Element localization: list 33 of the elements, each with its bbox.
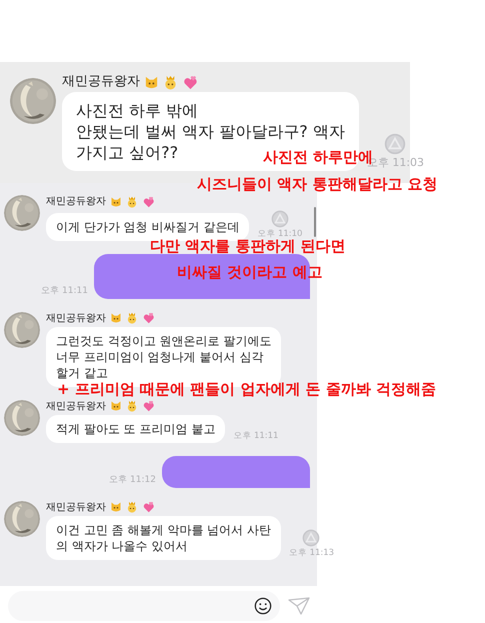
- message-time: 오후 11:12: [109, 474, 156, 488]
- cat-face-icon: [110, 312, 122, 324]
- annotation-text: 시즈니들이 액자 통판해달라고 요청: [197, 175, 438, 193]
- message-bubble: 이게 단가가 엄청 비싸질거 같은데: [46, 212, 250, 241]
- hearts-icon: [182, 74, 197, 90]
- sender-name: 재민공듀왕자: [46, 400, 106, 413]
- crowned-face-icon: [126, 501, 138, 514]
- message-time: 오후 11:13: [288, 547, 334, 560]
- sender-name: 재민공듀왕자: [46, 195, 106, 208]
- crowned-face-icon: [126, 400, 138, 412]
- hearts-icon: [142, 501, 154, 514]
- message-time: 오후 11:10: [257, 228, 302, 240]
- hearts-icon: [142, 312, 154, 324]
- cat-face-icon: [110, 196, 122, 208]
- message-input[interactable]: [8, 591, 280, 621]
- message-bubble: 적게 팔아도 또 프리미엄 붙고: [46, 414, 226, 443]
- cat-face-icon: [110, 501, 122, 514]
- hearts-icon: [142, 400, 154, 412]
- scrollbar: [314, 207, 316, 237]
- crowned-face-icon: [126, 196, 138, 208]
- sender-name: 재민공듀왕자: [46, 312, 106, 325]
- crowned-face-icon: [163, 74, 178, 90]
- hearts-icon: [142, 196, 154, 208]
- sender-name: 재민공듀왕자: [46, 500, 106, 514]
- send-icon[interactable]: [288, 596, 310, 616]
- message-time: 오후 11:11: [41, 285, 88, 298]
- cat-face-icon: [144, 74, 159, 90]
- message-time: 오후 11:11: [233, 430, 278, 443]
- sender-name: 재민공듀왕자: [62, 74, 140, 90]
- cat-face-icon: [110, 400, 122, 412]
- crowned-face-icon: [126, 312, 138, 324]
- message-bubble: 이건 고민 좀 해볼게 악마를 넘어서 사탄 의 액자가 나올수 있어서: [46, 516, 281, 560]
- smiley-icon[interactable]: [254, 597, 272, 615]
